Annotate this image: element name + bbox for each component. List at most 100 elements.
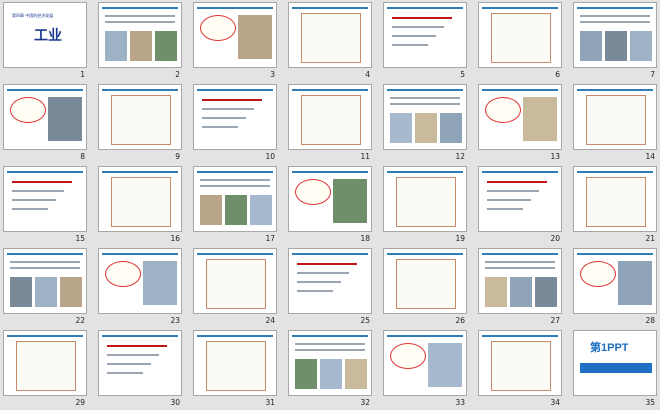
slide-photo (155, 31, 177, 61)
slide-speech-bubble (105, 261, 141, 287)
slide-header-bar (387, 89, 463, 91)
slide-header-bar (7, 335, 83, 337)
slide-speech-bubble (580, 261, 616, 287)
slide-thumbnail-14[interactable] (573, 84, 657, 150)
slide-header-bar (102, 171, 178, 173)
slide-title: 工业 (34, 28, 62, 44)
slide-thumbnail-24[interactable] (193, 248, 277, 314)
slide-thumbnail-34[interactable] (478, 330, 562, 396)
slide-header-bar (292, 171, 368, 173)
slide-number: 10 (265, 152, 275, 161)
slide-thumbnail-15[interactable] (3, 166, 87, 232)
slide-photo (333, 179, 367, 223)
slide-number: 6 (555, 70, 560, 79)
slide-thumbnail-27[interactable] (478, 248, 562, 314)
slide-photo (35, 277, 57, 307)
slide-thumbnail-16[interactable] (98, 166, 182, 232)
slide-thumbnail-12[interactable] (383, 84, 467, 150)
slide-number: 7 (650, 70, 655, 79)
slide-number: 3 (270, 70, 275, 79)
slide-thumbnail-22[interactable] (3, 248, 87, 314)
slide-text-line (297, 272, 349, 274)
slide-photo (143, 261, 177, 305)
slide-thumbnail-33[interactable] (383, 330, 467, 396)
slide-text-line (297, 290, 333, 292)
slide-map-image (206, 341, 266, 391)
slide-thumbnail-19[interactable] (383, 166, 467, 232)
slide-number: 28 (645, 316, 655, 325)
slide-cell-9: 9 (98, 84, 182, 163)
slide-photo (618, 261, 652, 305)
slide-number: 18 (360, 234, 370, 243)
slide-text-line (295, 343, 365, 345)
slide-text-line (105, 21, 175, 23)
slide-number: 32 (360, 398, 370, 407)
slide-photo (523, 97, 557, 141)
slide-thumbnail-29[interactable] (3, 330, 87, 396)
slide-number: 29 (75, 398, 85, 407)
slide-thumbnail-11[interactable] (288, 84, 372, 150)
slide-thumbnail-8[interactable] (3, 84, 87, 150)
slide-cell-7: 7 (573, 2, 657, 81)
slide-header-bar (197, 89, 273, 91)
slide-cell-26: 26 (383, 248, 467, 327)
slide-photo (320, 359, 342, 389)
slide-thumbnail-20[interactable] (478, 166, 562, 232)
slide-cell-13: 13 (478, 84, 562, 163)
slide-map-image (586, 177, 646, 227)
slide-thumbnail-25[interactable] (288, 248, 372, 314)
slide-header-bar (7, 89, 83, 91)
slide-thumbnail-17[interactable] (193, 166, 277, 232)
slide-text-line (297, 281, 341, 283)
slide-photo (250, 195, 272, 225)
slide-thumbnail-3[interactable] (193, 2, 277, 68)
slide-header-bar (197, 7, 273, 9)
slide-thumbnail-4[interactable] (288, 2, 372, 68)
slide-thumbnail-18[interactable] (288, 166, 372, 232)
slide-header-bar (577, 7, 653, 9)
slide-text-line (487, 181, 547, 183)
slide-text-line (200, 185, 270, 187)
slide-thumbnail-26[interactable] (383, 248, 467, 314)
slide-text-line (487, 208, 523, 210)
slide-number: 19 (455, 234, 465, 243)
slide-thumbnail-35[interactable]: 第1PPT (573, 330, 657, 396)
slide-header-bar (577, 253, 653, 255)
slide-cell-10: 10 (193, 84, 277, 163)
slide-number: 33 (455, 398, 465, 407)
slide-photo (630, 31, 652, 61)
slide-thumbnail-28[interactable] (573, 248, 657, 314)
slide-text-line (485, 261, 555, 263)
slide-cell-6: 6 (478, 2, 562, 81)
slide-number: 11 (360, 152, 370, 161)
slide-text-line (392, 17, 452, 19)
slide-thumbnail-1[interactable]: 第四章 中国的经济发展 工业 (3, 2, 87, 68)
slide-thumbnail-7[interactable] (573, 2, 657, 68)
slide-text-line (392, 35, 436, 37)
slide-thumbnail-13[interactable] (478, 84, 562, 150)
slide-thumbnail-21[interactable] (573, 166, 657, 232)
slide-map-image (111, 95, 171, 145)
slide-header-bar (7, 253, 83, 255)
slide-header-bar (482, 89, 558, 91)
slide-map-image (491, 13, 551, 63)
slide-thumbnail-30[interactable] (98, 330, 182, 396)
slide-number: 21 (645, 234, 655, 243)
slide-map-image (301, 95, 361, 145)
slide-number: 17 (265, 234, 275, 243)
slide-photo (105, 31, 127, 61)
slide-thumbnail-5[interactable] (383, 2, 467, 68)
slide-cell-1: 第四章 中国的经济发展 工业 1 (3, 2, 87, 81)
slide-map-image (491, 341, 551, 391)
slide-header-bar (292, 335, 368, 337)
slide-thumbnail-2[interactable] (98, 2, 182, 68)
slide-thumbnail-23[interactable] (98, 248, 182, 314)
slide-thumbnail-31[interactable] (193, 330, 277, 396)
slide-photo (415, 113, 437, 143)
slide-thumbnail-10[interactable] (193, 84, 277, 150)
slide-thumbnail-9[interactable] (98, 84, 182, 150)
slide-text-line (485, 267, 555, 269)
slide-number: 31 (265, 398, 275, 407)
slide-thumbnail-6[interactable] (478, 2, 562, 68)
slide-thumbnail-32[interactable] (288, 330, 372, 396)
